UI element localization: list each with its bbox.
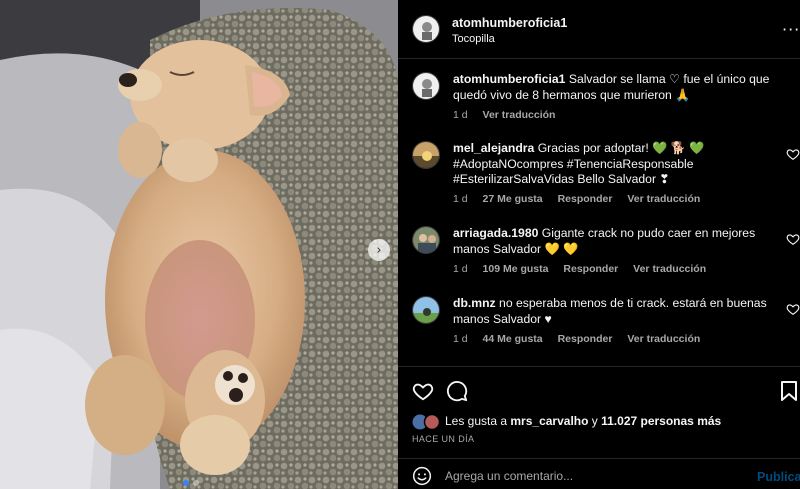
comment-translate-link[interactable]: Ver traducción <box>627 333 700 345</box>
comment-body: no esperaba menos de ti crack. estará en… <box>453 296 767 326</box>
comment-like-heart-icon[interactable] <box>786 232 800 246</box>
comment-translate-link[interactable]: Ver traducción <box>633 263 706 275</box>
comment-time[interactable]: 1 d <box>453 333 468 345</box>
comment-bubble-icon[interactable] <box>446 380 468 402</box>
like-heart-icon[interactable] <box>412 380 434 402</box>
comment-text: db.mnz no esperaba menos de ti crack. es… <box>453 296 773 327</box>
comment-composer: Publicar <box>398 460 800 489</box>
comment-username[interactable]: db.mnz <box>453 296 496 310</box>
caption-translate-link[interactable]: Ver traducción <box>483 109 556 121</box>
bookmark-save-icon[interactable] <box>780 381 798 401</box>
header-divider <box>398 58 800 59</box>
actions-divider <box>398 366 800 367</box>
likes-summary: Les gusta a mrs_carvalho y 11.027 person… <box>412 414 721 430</box>
composer-divider <box>398 458 800 459</box>
comment-meta: 1 d 27 Me gusta Responder Ver traducción <box>453 193 712 205</box>
comment-reply-button[interactable]: Responder <box>558 333 613 345</box>
likes-connector: y <box>591 414 598 428</box>
commenter-avatar[interactable] <box>412 296 440 324</box>
comment-meta: 1 d 44 Me gusta Responder Ver traducción <box>453 333 712 345</box>
comment-like-count[interactable]: 27 Me gusta <box>483 193 543 205</box>
caption-username[interactable]: atomhumberoficia1 <box>453 72 565 86</box>
comment-input[interactable] <box>445 468 725 484</box>
comment-time[interactable]: 1 d <box>453 193 468 205</box>
comment-reply-button[interactable]: Responder <box>558 193 613 205</box>
liker-avatars-icon[interactable] <box>412 414 442 430</box>
comment-like-count[interactable]: 109 Me gusta <box>483 263 549 275</box>
post-location[interactable]: Tocopilla <box>452 33 495 45</box>
carousel-next-button[interactable]: › <box>368 239 390 261</box>
comment-translate-link[interactable]: Ver traducción <box>627 193 700 205</box>
commenter-avatar[interactable] <box>412 226 440 254</box>
comment-like-count[interactable]: 44 Me gusta <box>483 333 543 345</box>
carousel-dots <box>183 480 199 486</box>
comment-time[interactable]: 1 d <box>453 263 468 275</box>
comment-username[interactable]: arriagada.1980 <box>453 226 538 240</box>
author-avatar[interactable] <box>412 15 440 43</box>
caption-text: atomhumberoficia1 Salvador se llama ♡ fu… <box>453 72 773 103</box>
comment-reply-button[interactable]: Responder <box>563 263 618 275</box>
post-header: atomhumberoficia1 Tocopilla ··· <box>398 0 800 58</box>
author-username[interactable]: atomhumberoficia1 <box>452 16 567 30</box>
post-actions <box>412 378 800 404</box>
chevron-right-icon: › <box>376 242 382 258</box>
comment-username[interactable]: mel_alejandra <box>453 141 534 155</box>
likes-prefix: Les gusta a <box>445 414 508 428</box>
carousel-dot-active <box>183 480 189 486</box>
comment-like-heart-icon[interactable] <box>786 302 800 316</box>
carousel-dot <box>193 480 199 486</box>
commenter-avatar[interactable] <box>412 141 440 169</box>
caption-avatar[interactable] <box>412 72 440 100</box>
puppy-photo-illustration <box>0 0 398 489</box>
comment-like-heart-icon[interactable] <box>786 147 800 161</box>
comment-text: arriagada.1980 Gigante crack no pudo cae… <box>453 226 773 257</box>
likes-user[interactable]: mrs_carvalho <box>510 414 588 428</box>
post-sidebar: atomhumberoficia1 Tocopilla ··· atomhumb… <box>398 0 800 489</box>
post-timestamp[interactable]: HACE UN DÍA <box>412 434 474 444</box>
emoji-smiley-icon[interactable] <box>412 466 432 486</box>
post-photo[interactable]: › <box>0 0 398 489</box>
caption-time[interactable]: 1 d <box>453 109 468 121</box>
more-horizontal-icon[interactable]: ··· <box>782 20 800 39</box>
publish-button[interactable]: Publicar <box>757 470 800 484</box>
comment-text: mel_alejandra Gracias por adoptar! 💚 🐕 💚… <box>453 141 773 188</box>
comment-meta: 1 d 109 Me gusta Responder Ver traducció… <box>453 263 718 275</box>
caption-meta: 1 d Ver traducción <box>453 109 567 121</box>
likes-others-count[interactable]: 11.027 personas más <box>601 414 721 428</box>
